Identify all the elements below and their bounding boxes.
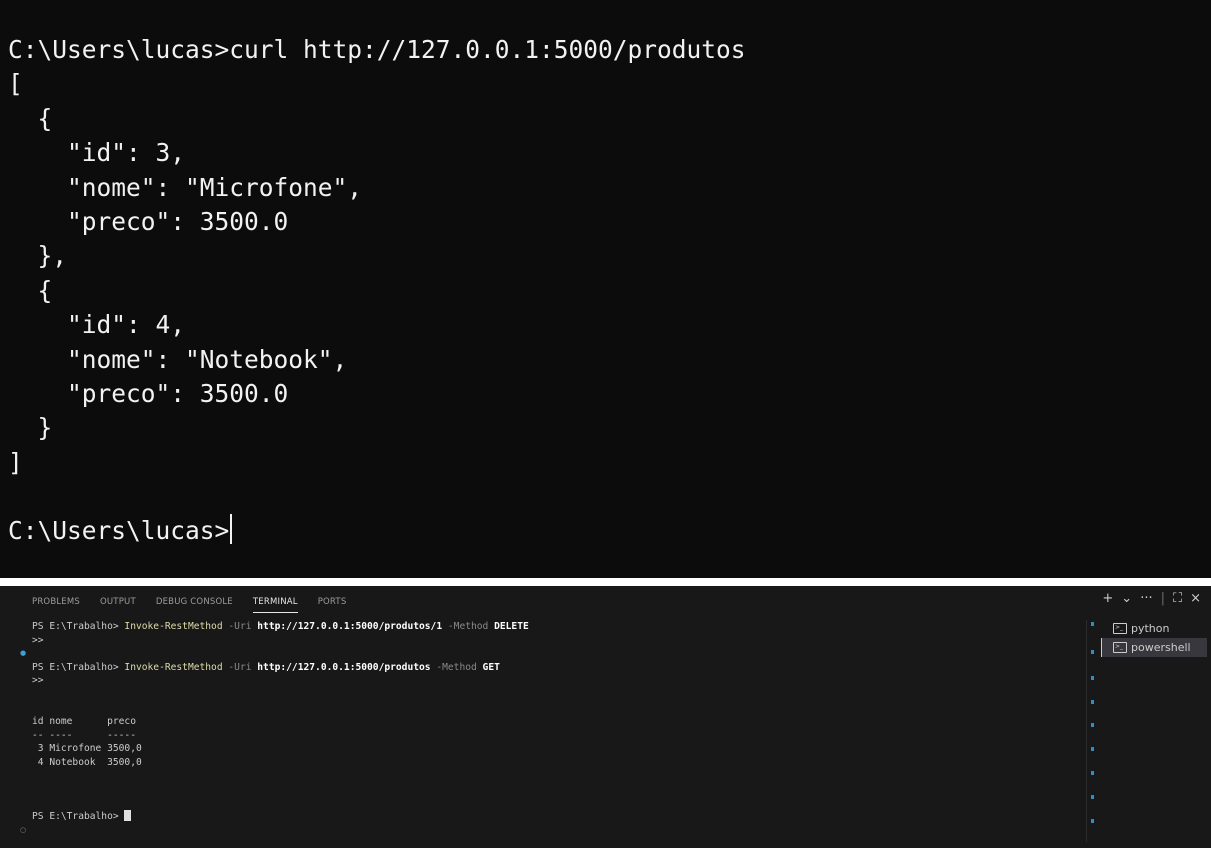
ruler-mark <box>1091 676 1094 680</box>
close-icon[interactable]: × <box>1190 590 1201 608</box>
command-success-icon[interactable]: ● <box>20 650 26 657</box>
table-row: 4 Notebook 3500,0 <box>32 756 142 768</box>
command-line: PS E:\Trabalho> Invoke-RestMethod -Uri h… <box>32 661 1082 675</box>
cmdlet-name: Invoke-RestMethod <box>124 661 223 673</box>
cmdlet-name: Invoke-RestMethod <box>124 621 223 632</box>
cmd-line: } <box>8 413 53 443</box>
continuation-line: >> <box>32 634 44 646</box>
vscode-panel: PROBLEMS OUTPUT DEBUG CONSOLE TERMINAL P… <box>0 586 1211 848</box>
active-prompt-line[interactable]: PS E:\Trabalho> <box>32 810 1082 824</box>
uri-value: http://127.0.0.1:5000/produtos/1 <box>257 621 443 632</box>
cmd-line: "nome": "Microfone", <box>8 172 363 202</box>
command-line: PS E:\Trabalho> Invoke-RestMethod -Uri h… <box>32 620 1082 634</box>
cmd-line: "preco": 3500.0 <box>8 206 289 236</box>
ps-prompt: PS E:\Trabalho> <box>32 811 125 823</box>
ruler-mark <box>1091 723 1094 727</box>
table-header: id nome preco <box>32 716 136 728</box>
terminal-instance-label: python <box>1131 622 1170 635</box>
cmd-line: "id": 4, <box>8 310 186 340</box>
ruler-mark <box>1091 622 1094 626</box>
text-cursor <box>230 514 233 545</box>
tab-terminal[interactable]: TERMINAL <box>252 594 298 613</box>
ps-prompt: PS E:\Trabalho> <box>32 661 125 673</box>
divider: | <box>1160 591 1165 606</box>
cmd-line: "preco": 3500.0 <box>8 378 289 408</box>
cmd-line <box>8 480 746 514</box>
terminal-output[interactable]: PS E:\Trabalho> Invoke-RestMethod -Uri h… <box>32 620 1082 824</box>
ellipsis-icon[interactable]: ··· <box>1140 590 1152 608</box>
method-param: -Method <box>442 621 495 632</box>
terminal-instance-powershell[interactable]: >_ powershell <box>1101 638 1207 657</box>
terminal-icon: >_ <box>1113 623 1127 634</box>
maximize-icon[interactable]: ⛶ <box>1173 590 1182 608</box>
panel-actions: + ⌄ ··· | ⛶ × <box>1102 590 1201 608</box>
cmd-line: "id": 3, <box>8 138 186 168</box>
method-value: GET <box>482 661 500 673</box>
cmd-line: [ <box>8 69 23 99</box>
uri-param: -Uri <box>222 621 258 632</box>
cmd-line: "nome": "Notebook", <box>8 344 348 374</box>
cmd-line: { <box>8 275 53 305</box>
chevron-down-icon[interactable]: ⌄ <box>1121 590 1132 608</box>
tab-problems[interactable]: PROBLEMS <box>32 594 80 612</box>
plus-icon[interactable]: + <box>1102 590 1113 608</box>
ruler-mark <box>1091 650 1094 654</box>
tab-debug-console[interactable]: DEBUG CONSOLE <box>156 594 233 612</box>
ruler-mark <box>1091 747 1094 751</box>
cmd-line: C:\Users\lucas>curl http://127.0.0.1:500… <box>8 35 746 64</box>
terminal-instance-label: powershell <box>1131 641 1191 654</box>
cmd-window[interactable]: C:\Users\lucas>curl http://127.0.0.1:500… <box>0 0 1211 578</box>
table-row: 3 Microfone 3500,0 <box>32 743 142 755</box>
ps-prompt: PS E:\Trabalho> <box>32 621 125 632</box>
cmd-output: C:\Users\lucas>curl http://127.0.0.1:500… <box>8 33 746 549</box>
continuation-line: >> <box>32 675 44 687</box>
tab-output[interactable]: OUTPUT <box>100 594 136 612</box>
tab-ports[interactable]: PORTS <box>318 594 347 612</box>
terminal-instance-list: >_ python >_ powershell <box>1101 619 1207 657</box>
cmd-line: { <box>8 103 53 133</box>
cmd-prompt: C:\Users\lucas> <box>8 516 230 546</box>
method-value: DELETE <box>494 621 529 632</box>
ruler-mark <box>1091 819 1094 823</box>
ruler-mark <box>1091 700 1094 704</box>
method-param: -Method <box>430 661 483 673</box>
overview-ruler[interactable] <box>1086 620 1095 842</box>
cmd-prompt-line[interactable]: C:\Users\lucas> <box>8 514 746 548</box>
terminal-icon: >_ <box>1113 642 1127 653</box>
ruler-mark <box>1091 795 1094 799</box>
ruler-mark <box>1091 771 1094 775</box>
panel-tabs: PROBLEMS OUTPUT DEBUG CONSOLE TERMINAL P… <box>32 594 346 614</box>
cmd-line: }, <box>8 241 68 271</box>
text-cursor <box>124 810 132 822</box>
command-pending-icon[interactable]: ○ <box>20 827 26 834</box>
terminal-instance-python[interactable]: >_ python <box>1101 619 1207 638</box>
table-underline: -- ---- ----- <box>32 729 136 741</box>
cmd-line: ] <box>8 447 23 477</box>
uri-param: -Uri <box>222 661 258 673</box>
uri-value: http://127.0.0.1:5000/produtos <box>257 661 431 673</box>
